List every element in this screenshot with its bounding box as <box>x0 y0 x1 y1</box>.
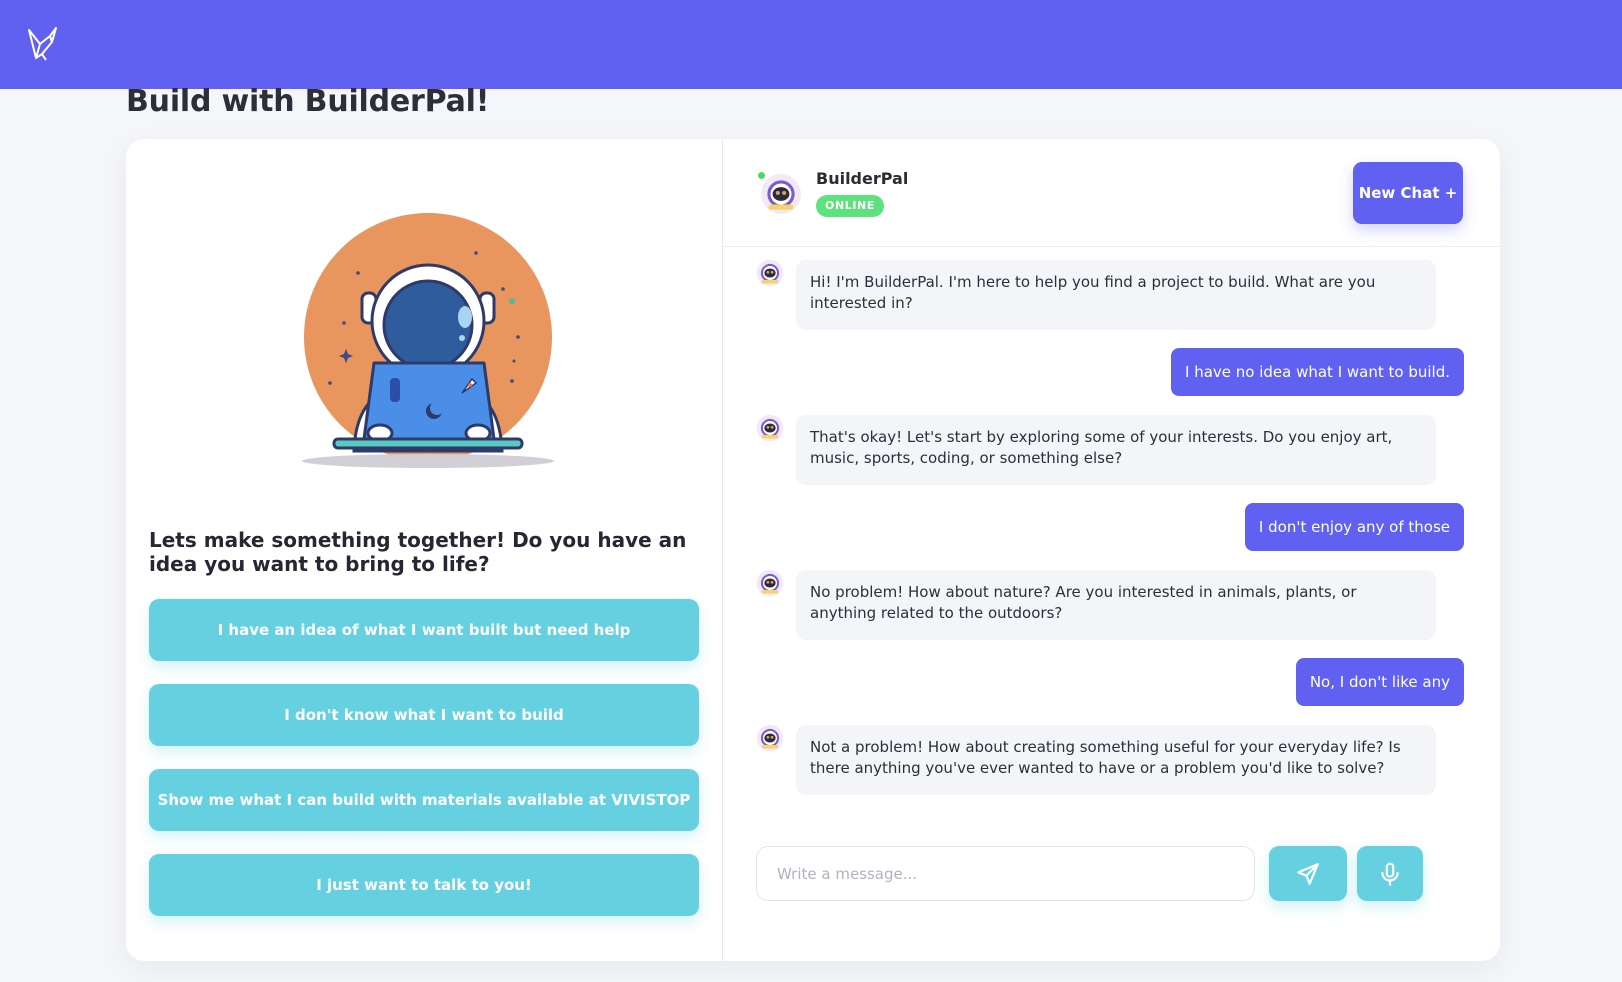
message-input[interactable] <box>756 846 1255 901</box>
options-panel: Lets make something together! Do you hav… <box>126 139 723 961</box>
bot-message: Hi! I'm BuilderPal. I'm here to help you… <box>796 260 1436 330</box>
option-show-materials-button[interactable]: Show me what I can build with materials … <box>149 769 699 831</box>
microphone-icon <box>1381 862 1399 886</box>
page-title: Build with BuilderPal! <box>126 84 490 119</box>
message-avatar <box>756 724 784 752</box>
bot-avatar <box>760 173 802 215</box>
new-chat-button[interactable]: New Chat + <box>1353 162 1463 224</box>
user-message: No, I don't like any <box>1295 658 1464 706</box>
bot-message: Not a problem! How about creating someth… <box>796 725 1436 795</box>
online-indicator-icon <box>758 172 765 179</box>
status-badge: ONLINE <box>816 195 884 217</box>
bot-message: No problem! How about nature? Are you in… <box>796 570 1436 640</box>
user-message: I have no idea what I want to build. <box>1171 348 1464 396</box>
option-just-talk-button[interactable]: I just want to talk to you! <box>149 854 699 916</box>
astronaut-illustration <box>302 213 554 468</box>
bot-message: That's okay! Let's start by exploring so… <box>796 415 1436 485</box>
idea-prompt: Lets make something together! Do you hav… <box>149 528 687 576</box>
chat-header: BuilderPal ONLINE New Chat + <box>723 139 1500 247</box>
send-button[interactable] <box>1269 846 1347 901</box>
option-have-idea-button[interactable]: I have an idea of what I want built but … <box>149 599 699 661</box>
message-avatar <box>756 259 784 287</box>
message-avatar <box>756 414 784 442</box>
option-dont-know-button[interactable]: I don't know what I want to build <box>149 684 699 746</box>
voice-input-button[interactable] <box>1357 846 1423 901</box>
bot-name: BuilderPal <box>816 169 909 188</box>
top-navigation-bar <box>0 0 1622 89</box>
message-avatar <box>756 569 784 597</box>
paper-plane-icon <box>1297 862 1319 885</box>
origami-bird-icon[interactable] <box>26 24 60 64</box>
chat-panel: BuilderPal ONLINE New Chat + Hi! I'm Bui… <box>723 139 1500 961</box>
user-message: I don't enjoy any of those <box>1244 503 1464 551</box>
main-card: Lets make something together! Do you hav… <box>126 139 1500 961</box>
